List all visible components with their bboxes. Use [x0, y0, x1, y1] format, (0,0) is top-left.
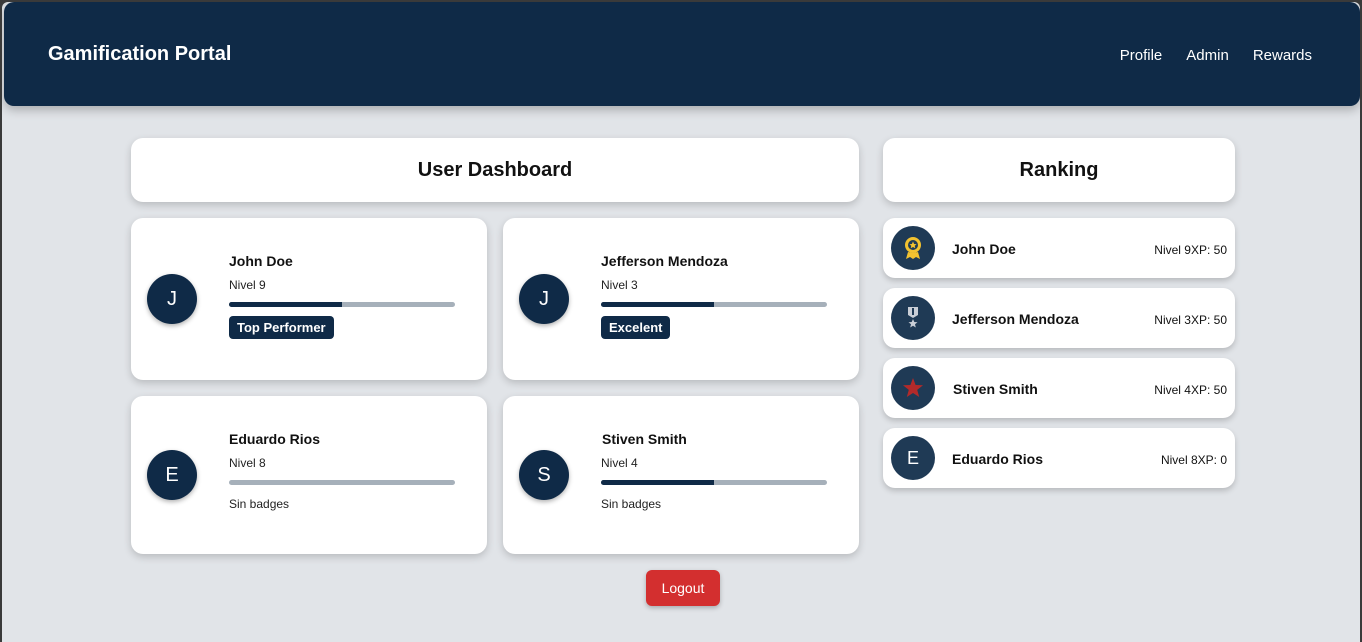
ranking-name: Stiven Smith [953, 381, 1038, 397]
level-progress-bar [601, 302, 827, 307]
top-navbar: Gamification Portal Profile Admin Reward… [4, 2, 1360, 106]
level-progress-bar [229, 480, 455, 485]
dashboard-title: User Dashboard [417, 158, 573, 181]
dashboard-title-card: User Dashboard [131, 138, 859, 202]
progress-fill [601, 302, 714, 307]
badge-excelent: Excelent [601, 316, 671, 339]
nav-link-rewards[interactable]: Rewards [1253, 47, 1312, 64]
app-title: Gamification Portal [48, 43, 232, 65]
avatar: E [147, 450, 197, 500]
avatar: E [891, 436, 935, 480]
progress-fill [601, 480, 714, 485]
ranking-item: Stiven Smith Nivel 4XP: 50 [883, 358, 1235, 418]
silver-medal-icon [891, 296, 935, 340]
no-badges-text: Sin badges [229, 497, 290, 511]
ranking-item: John Doe Nivel 9XP: 50 [883, 218, 1235, 278]
browser-viewport: Gamification Portal Profile Admin Reward… [2, 2, 1360, 642]
ranking-stats: Nivel 9XP: 50 [1154, 243, 1227, 257]
avatar: S [519, 450, 569, 500]
user-level: Nivel 4 [601, 456, 638, 470]
user-name: Eduardo Rios [229, 431, 321, 447]
ranking-title: Ranking [1019, 158, 1099, 181]
nav-link-admin[interactable]: Admin [1186, 47, 1229, 64]
user-card: J Jefferson Mendoza Nivel 3 Excelent [503, 218, 859, 380]
ranking-stats: Nivel 8XP: 0 [1160, 453, 1227, 467]
level-progress-bar [229, 302, 455, 307]
user-card: J John Doe Nivel 9 Top Performer [131, 218, 487, 380]
avatar: J [519, 274, 569, 324]
ranking-stats: Nivel 3XP: 50 [1154, 313, 1227, 327]
ranking-stats: Nivel 4XP: 50 [1154, 383, 1227, 397]
level-progress-bar [601, 480, 827, 485]
star-icon [891, 366, 935, 410]
ranking-title-card: Ranking [883, 138, 1235, 202]
ranking-name: Jefferson Mendoza [952, 311, 1079, 327]
logout-button[interactable]: Logout [646, 570, 720, 606]
no-badges-text: Sin badges [601, 497, 662, 511]
badge-top-performer: Top Performer [229, 316, 334, 339]
progress-fill [229, 302, 342, 307]
user-name: Jefferson Mendoza [601, 253, 728, 269]
user-level: Nivel 9 [229, 278, 266, 292]
user-level: Nivel 8 [229, 456, 266, 470]
ranking-item: E Eduardo Rios Nivel 8XP: 0 [883, 428, 1235, 488]
nav-links: Profile Admin Rewards [1120, 47, 1312, 64]
user-card: S Stiven Smith Nivel 4 Sin badges [503, 396, 859, 554]
ranking-name: John Doe [952, 241, 1016, 257]
user-name: Stiven Smith [602, 431, 687, 447]
ranking-item: Jefferson Mendoza Nivel 3XP: 50 [883, 288, 1235, 348]
user-level: Nivel 3 [601, 278, 638, 292]
user-name: John Doe [229, 253, 293, 269]
avatar: J [147, 274, 197, 324]
user-card: E Eduardo Rios Nivel 8 Sin badges [131, 396, 487, 554]
nav-link-profile[interactable]: Profile [1120, 47, 1163, 64]
gold-medal-icon [891, 226, 935, 270]
ranking-name: Eduardo Rios [952, 451, 1044, 467]
